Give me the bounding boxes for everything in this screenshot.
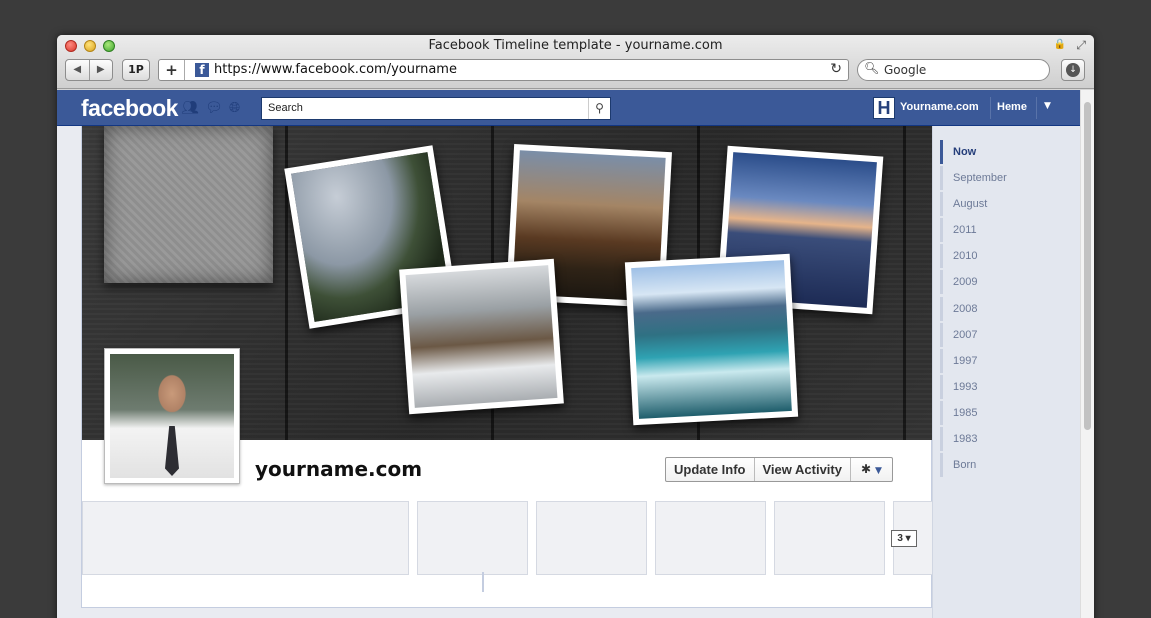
scrubber-item-2007[interactable]: 2007 bbox=[940, 323, 1060, 347]
fullscreen-icon[interactable]: ⤢ bbox=[1076, 38, 1086, 53]
forward-button[interactable]: ▶ bbox=[90, 60, 113, 80]
history-nav: ◀ ▶ bbox=[65, 59, 113, 81]
scrubber-item-born[interactable]: Born bbox=[940, 453, 1060, 477]
view-activity-button[interactable]: View Activity bbox=[755, 458, 851, 481]
timeline-scrubber: Now September August 2011 2010 2009 2008… bbox=[932, 126, 1080, 618]
timeline-spine bbox=[482, 572, 484, 592]
search-icon: 🔍︎ bbox=[864, 61, 880, 75]
tile-friends[interactable] bbox=[82, 501, 409, 575]
more-count: 3 bbox=[897, 533, 903, 544]
header-divider bbox=[1036, 97, 1037, 119]
facebook-search-input[interactable]: Search ⚲ bbox=[261, 97, 611, 120]
facebook-search-placeholder: Search bbox=[268, 102, 303, 114]
scrubber-item-now[interactable]: Now bbox=[940, 140, 1060, 164]
scrubber-item-1993[interactable]: 1993 bbox=[940, 375, 1060, 399]
account-menu-caret-icon[interactable]: ▼ bbox=[1044, 101, 1051, 111]
facebook-header: facebook 👥︎ 💬︎ 🌐︎ Search ⚲ H Yourname.co… bbox=[57, 90, 1080, 126]
scrubber-item-1983[interactable]: 1983 bbox=[940, 427, 1060, 451]
notifications-globe-icon[interactable]: 🌐︎ bbox=[229, 100, 240, 116]
scrubber-item-2011[interactable]: 2011 bbox=[940, 218, 1060, 242]
user-name-link[interactable]: Yourname.com bbox=[900, 101, 979, 113]
more-tiles-button[interactable]: 3 ▾ bbox=[891, 530, 917, 547]
settings-menu-button[interactable]: ✱ ▼ bbox=[851, 458, 892, 481]
profile-actions: Update Info View Activity ✱ ▼ bbox=[665, 457, 893, 482]
scrubber-item-september[interactable]: September bbox=[940, 166, 1060, 190]
profile-tiles: 3 ▾ bbox=[82, 501, 933, 576]
facebook-logo[interactable]: facebook bbox=[81, 95, 178, 122]
profile-picture[interactable] bbox=[104, 348, 240, 484]
update-info-button[interactable]: Update Info bbox=[666, 458, 755, 481]
scrubber-item-2010[interactable]: 2010 bbox=[940, 244, 1060, 268]
lock-icon: 🔒 bbox=[1053, 39, 1066, 50]
cover-photo-snow-house bbox=[399, 258, 564, 415]
onepassword-button[interactable]: 1P bbox=[122, 59, 150, 81]
tile-likes[interactable] bbox=[655, 501, 766, 575]
search-icon[interactable]: ⚲ bbox=[588, 98, 610, 119]
scrubber-item-2008[interactable]: 2008 bbox=[940, 297, 1060, 321]
downloads-button[interactable]: ↓ bbox=[1061, 59, 1085, 81]
tile-notes[interactable] bbox=[774, 501, 885, 575]
scrubber-item-2009[interactable]: 2009 bbox=[940, 270, 1060, 294]
cover-placeholder-image bbox=[104, 126, 273, 283]
new-tab-button[interactable]: + bbox=[159, 60, 185, 80]
gear-icon: ✱ bbox=[860, 462, 872, 476]
scrollbar-thumb[interactable] bbox=[1084, 102, 1091, 430]
page-viewport: facebook 👥︎ 💬︎ 🌐︎ Search ⚲ H Yourname.co… bbox=[57, 90, 1080, 618]
download-icon: ↓ bbox=[1066, 63, 1080, 77]
window-title: Facebook Timeline template - yourname.co… bbox=[428, 38, 723, 53]
friends-icon[interactable]: 👥︎ bbox=[181, 100, 199, 116]
back-button[interactable]: ◀ bbox=[66, 60, 90, 80]
title-bar: Facebook Timeline template - yourname.co… bbox=[57, 35, 1094, 89]
timeline-main: yourname.com Update Info View Activity ✱… bbox=[81, 126, 933, 608]
facebook-favicon: f bbox=[195, 63, 209, 77]
address-bar[interactable]: + f https://www.facebook.com/yourname ↻ bbox=[158, 59, 849, 81]
profile-name: yourname.com bbox=[255, 457, 423, 481]
messages-icon[interactable]: 💬︎ bbox=[205, 100, 223, 116]
header-divider bbox=[990, 97, 991, 119]
scrubber-item-august[interactable]: August bbox=[940, 192, 1060, 216]
browser-window: Facebook Timeline template - yourname.co… bbox=[57, 35, 1094, 618]
scrubber-item-1997[interactable]: 1997 bbox=[940, 349, 1060, 373]
browser-search-placeholder: Google bbox=[884, 63, 927, 77]
cover-photo-boat-wake bbox=[624, 253, 799, 426]
browser-search-field[interactable]: 🔍︎ Google bbox=[857, 59, 1050, 81]
url-text[interactable]: https://www.facebook.com/yourname bbox=[214, 62, 457, 77]
user-avatar[interactable]: H bbox=[873, 97, 895, 119]
chevron-down-icon: ▼ bbox=[875, 466, 882, 476]
reload-icon[interactable]: ↻ bbox=[830, 61, 842, 77]
home-link[interactable]: Heme bbox=[997, 101, 1027, 113]
page-scrollbar[interactable] bbox=[1080, 90, 1094, 618]
tile-map[interactable] bbox=[536, 501, 647, 575]
tile-photos[interactable] bbox=[417, 501, 528, 575]
scrubber-item-1985[interactable]: 1985 bbox=[940, 401, 1060, 425]
